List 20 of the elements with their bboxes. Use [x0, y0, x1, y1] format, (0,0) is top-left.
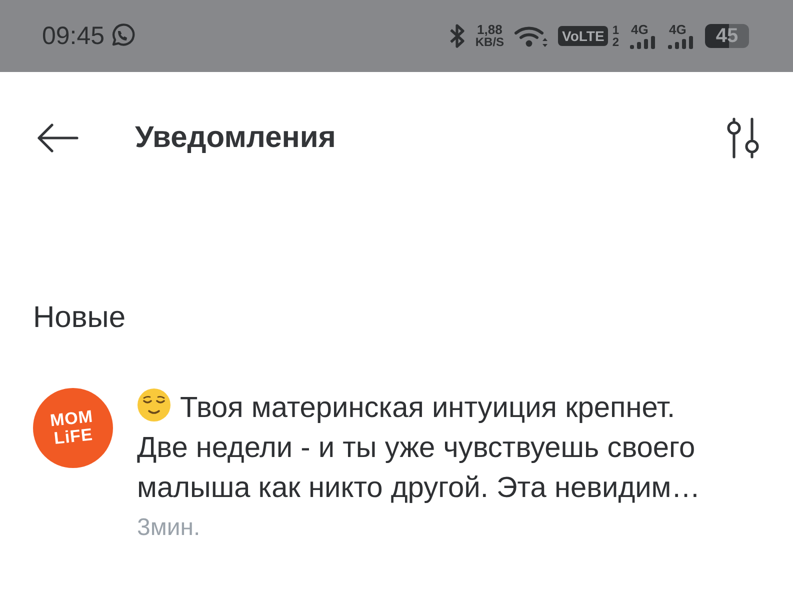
bluetooth-icon: [449, 23, 466, 49]
logo-text: LiFE: [54, 426, 94, 448]
notification-message: Твоя материнская интуиция крепнет. Две недели - и ты уже чувствуешь своего малыша как никто другой. Эта невидим…: [137, 388, 709, 508]
back-arrow-icon: [37, 123, 79, 153]
sim-slot-number: 1: [612, 24, 619, 36]
page-title: Уведомления: [135, 123, 337, 153]
network-type-label: 4G: [631, 22, 648, 36]
network-type-label: 4G: [669, 22, 686, 36]
clock-time: 09:45: [42, 24, 105, 48]
sim-slot-number: 2: [612, 36, 619, 48]
battery-indicator: 45: [705, 24, 749, 48]
wifi-icon: [514, 24, 548, 48]
relieved-face-emoji-icon: [137, 388, 171, 422]
signal-bars-icon: [629, 36, 657, 50]
data-rate-unit: KB/S: [475, 36, 504, 49]
volte-badge: VoLTE: [558, 26, 608, 46]
signal-bars-icon: [667, 36, 695, 50]
data-rate-value: 1,88: [477, 23, 502, 36]
section-heading: Новые: [32, 300, 127, 336]
notification-time: 3мин.: [137, 513, 200, 543]
